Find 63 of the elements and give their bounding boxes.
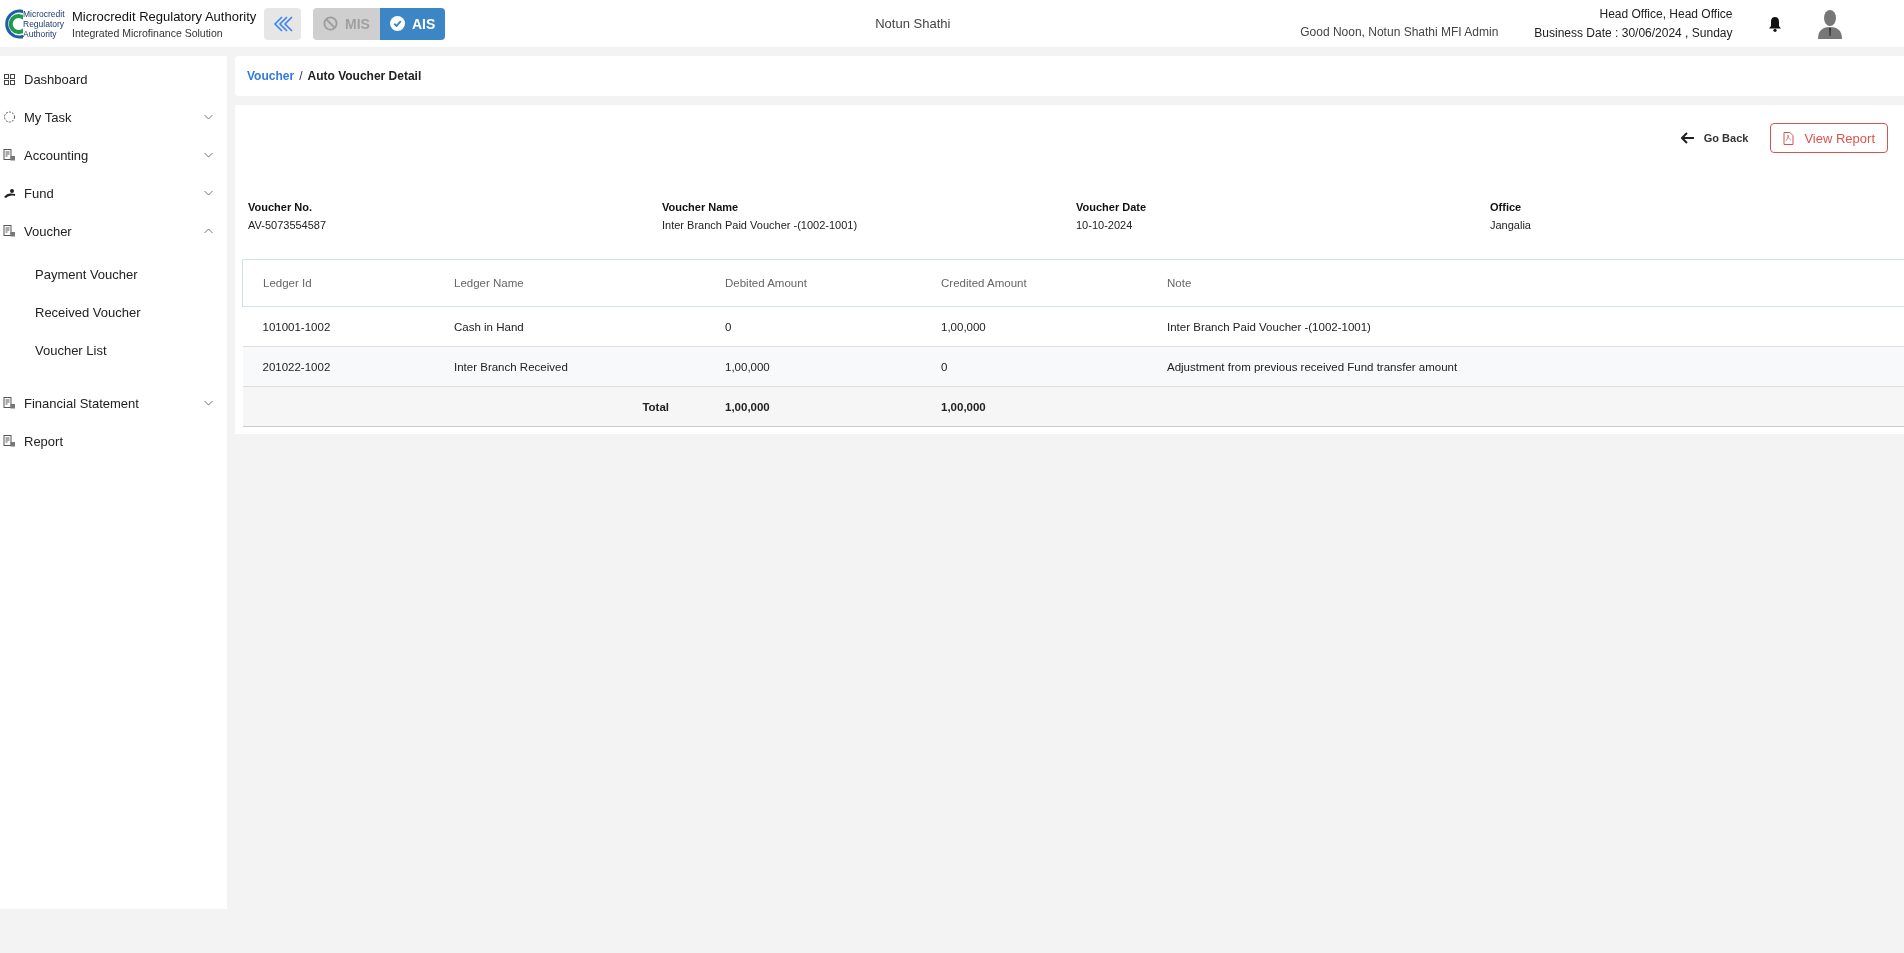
double-chevron-left-icon — [271, 14, 294, 33]
blocked-icon — [323, 16, 338, 31]
user-avatar-icon[interactable] — [1817, 8, 1844, 39]
sidebar-item[interactable]: Accounting — [0, 136, 227, 174]
document-icon — [3, 435, 16, 447]
detail-value: Jangalia — [1490, 219, 1532, 231]
detail-label: Voucher Date — [1076, 201, 1148, 213]
sidebar-item[interactable]: Voucher — [0, 212, 227, 250]
table-cell: Adjustment from previous received Fund transfer amount — [1147, 346, 1904, 387]
detail-value: 10-10-2024 — [1076, 219, 1134, 231]
pdf-file-icon — [1783, 131, 1795, 145]
total-cell: 1,00,000 — [921, 386, 1147, 427]
document-icon — [3, 225, 16, 237]
app-title: Microcredit Regulatory Authority — [72, 8, 257, 24]
column-header: Note — [1147, 259, 1904, 307]
greeting-text: Good Noon, Notun Shathi MFI Admin — [1300, 24, 1499, 39]
bell-icon[interactable] — [1768, 15, 1783, 32]
breadcrumb-link[interactable]: Voucher — [247, 69, 295, 83]
hand-coin-icon — [3, 187, 16, 199]
sidebar-subitem[interactable]: Payment Voucher — [0, 256, 227, 294]
table-cell: 1,00,000 — [921, 306, 1147, 347]
sidebar-subitem[interactable]: Voucher List — [0, 332, 227, 370]
column-header: Debited Amount — [705, 259, 921, 307]
table-cell: 1,00,000 — [705, 346, 921, 387]
go-back-button[interactable]: Go Back — [1674, 131, 1755, 145]
detail-label: Office — [1490, 201, 1523, 213]
detail-label: Voucher Name — [662, 201, 740, 213]
sidebar-item[interactable]: Financial Statement — [0, 384, 227, 422]
document-icon — [3, 397, 16, 409]
breadcrumb-separator: / — [299, 69, 303, 83]
table-cell: Inter Branch Paid Voucher -(1002-1001) — [1147, 306, 1904, 347]
organization-name: Notun Shathi — [875, 16, 952, 31]
table-cell: 101001-1002 — [242, 306, 434, 347]
column-header: Ledger Id — [242, 259, 434, 307]
total-cell: 1,00,000 — [705, 386, 921, 427]
table-cell: Cash in Hand — [434, 306, 705, 347]
dotted-circle-icon — [3, 111, 16, 123]
table-cell: Inter Branch Received — [434, 346, 705, 387]
sidebar-item[interactable]: Dashboard — [0, 60, 227, 98]
document-icon — [3, 149, 16, 161]
check-circle-icon — [389, 16, 405, 31]
table-cell: 0 — [705, 306, 921, 347]
breadcrumb-current: Auto Voucher Detail — [307, 69, 422, 83]
detail-label: Voucher No. — [248, 201, 313, 213]
business-date: Business Date : 30/06/2024 , Sunday — [1534, 26, 1733, 40]
detail-value: AV-5073554587 — [248, 219, 328, 231]
sidebar-item[interactable]: Fund — [0, 174, 227, 212]
column-header: Ledger Name — [434, 259, 705, 307]
sidebar-item[interactable]: My Task — [0, 98, 227, 136]
column-header: Credited Amount — [921, 259, 1147, 307]
table-cell: 201022-1002 — [242, 346, 434, 387]
collapse-button[interactable] — [264, 7, 301, 40]
mode-toggle[interactable]: AIS — [379, 7, 446, 40]
sidebar-item[interactable]: Report — [0, 422, 227, 460]
office-name: Head Office, Head Office — [1599, 7, 1733, 21]
sidebar-subitem[interactable]: Received Voucher — [0, 294, 227, 332]
total-label: Total — [434, 386, 705, 427]
detail-value: Inter Branch Paid Voucher -(1002-1001) — [662, 219, 859, 231]
view-report-button[interactable]: View Report — [1770, 123, 1888, 153]
table-cell: 0 — [921, 346, 1147, 387]
app-subtitle: Integrated Microfinance Solution — [72, 26, 224, 39]
grid-icon — [3, 73, 16, 85]
arrow-left-icon — [1680, 132, 1695, 144]
